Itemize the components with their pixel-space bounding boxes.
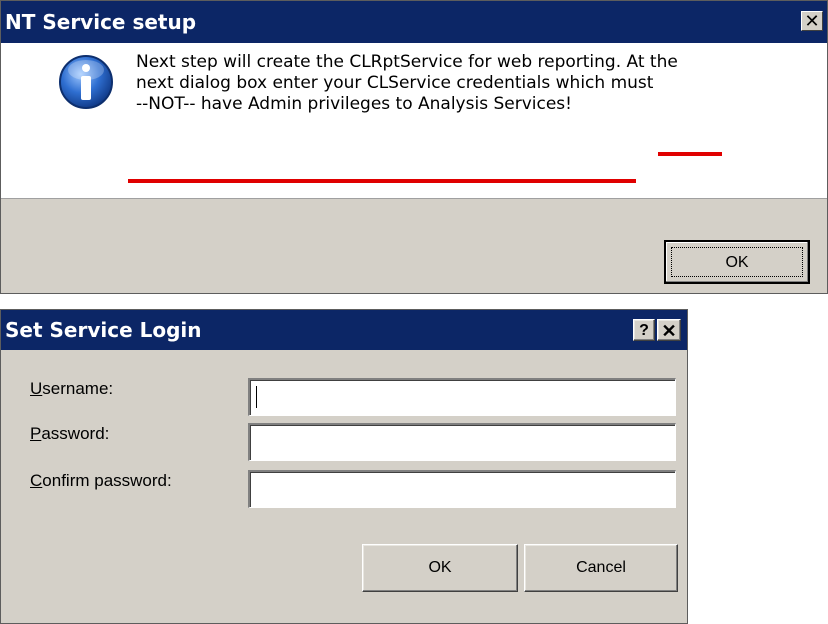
title-bar: NT Service setup ✕ [1,1,827,43]
close-icon: ✕ [804,11,820,32]
red-underline-annotation [128,179,636,183]
help-icon: ? [639,322,649,339]
username-input[interactable] [248,378,676,416]
password-mnemonic: P [30,424,42,443]
dialog-title: Set Service Login [5,318,202,342]
confirm-password-mnemonic: C [30,471,43,490]
cancel-button[interactable]: Cancel [524,544,678,592]
text-caret [256,386,257,408]
info-icon [59,55,113,109]
close-button[interactable]: ✕ [657,319,681,341]
confirm-password-label-text: onfirm password: [42,471,172,490]
password-label-text: assword: [41,424,110,443]
username-label: Username: [30,379,113,399]
confirm-password-label: Confirm password: [30,471,172,491]
ok-button[interactable]: OK [664,240,810,284]
password-label: Password: [30,424,109,444]
dialog-title: NT Service setup [5,10,197,34]
ok-button[interactable]: OK [362,544,518,592]
close-button[interactable]: ✕ [801,11,823,32]
username-mnemonic: U [30,379,43,398]
message-line: --NOT-- have Admin privileges to Analysi… [136,94,572,114]
title-bar: Set Service Login ? ✕ [1,310,687,350]
red-underline-annotation [658,152,722,156]
confirm-password-input[interactable] [248,470,676,508]
username-label-text: sername: [42,379,114,398]
message-line: Next step will create the CLRptService f… [136,52,678,72]
message-text: Next step will create the CLRptService f… [136,52,796,115]
password-input[interactable] [248,423,676,461]
message-line: next dialog box enter your CLService cre… [136,73,654,93]
close-icon: ✕ [661,321,677,341]
ok-button-label: OK [671,247,803,277]
help-button[interactable]: ? [633,319,655,341]
